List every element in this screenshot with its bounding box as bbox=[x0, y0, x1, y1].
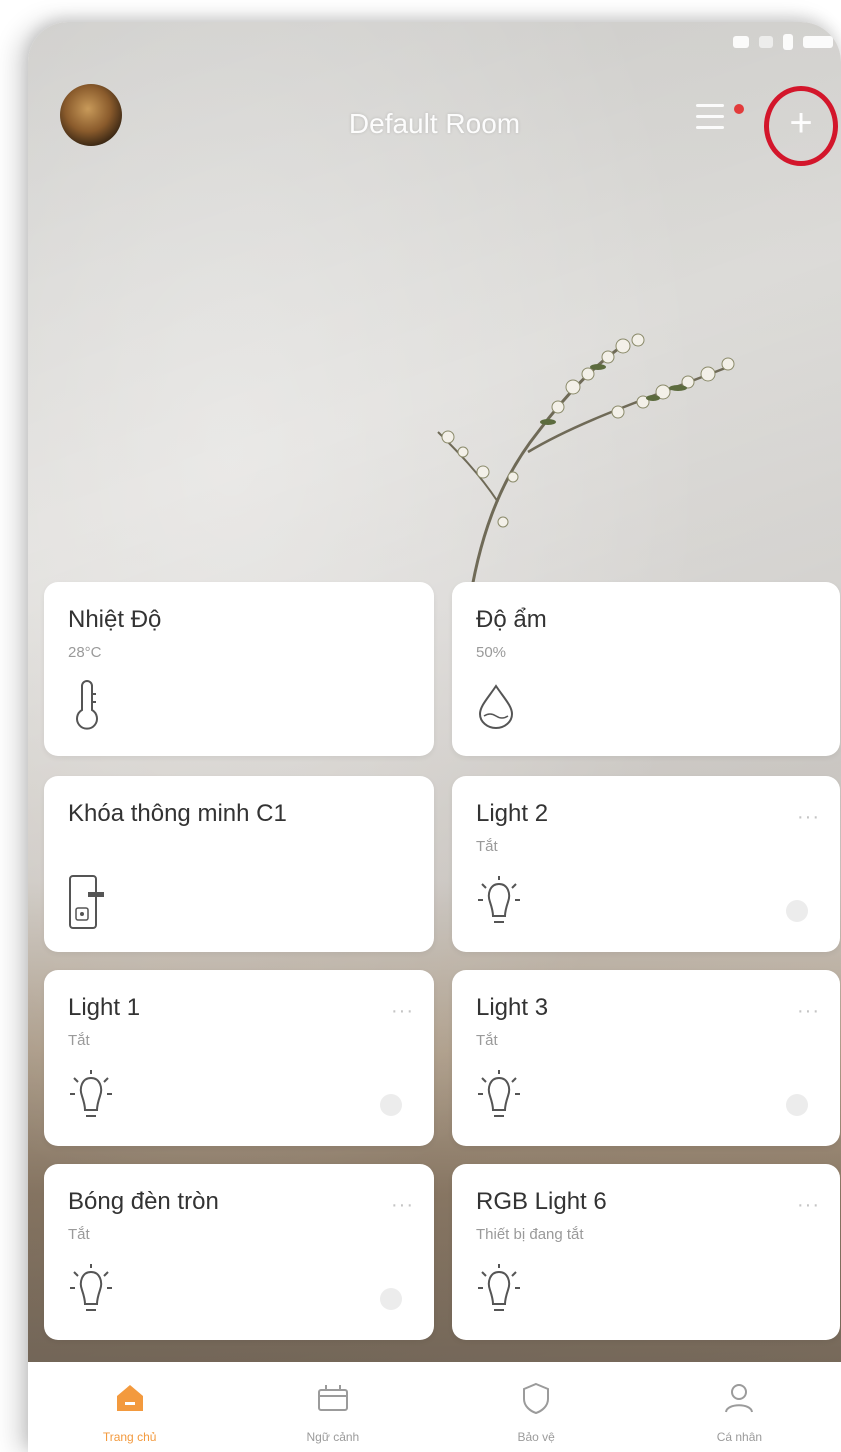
power-toggle[interactable] bbox=[380, 1094, 402, 1116]
more-options-button[interactable]: ··· bbox=[391, 1000, 414, 1023]
tab-home[interactable]: Trang chủ bbox=[55, 1380, 205, 1444]
power-toggle[interactable] bbox=[786, 900, 808, 922]
device-status: Tắt bbox=[476, 838, 498, 855]
power-toggle[interactable] bbox=[786, 1094, 808, 1116]
more-options-button[interactable]: ··· bbox=[797, 1194, 820, 1217]
thermometer-icon bbox=[76, 680, 98, 730]
bottom-tab-bar: Trang chủ Ngữ cảnh Bảo vệ Cá nhân bbox=[28, 1362, 841, 1452]
bulb-icon bbox=[478, 1264, 520, 1311]
person-icon bbox=[721, 1380, 757, 1416]
plant-decoration bbox=[437, 333, 735, 612]
device-status: 50% bbox=[476, 644, 507, 661]
device-card-light-3[interactable]: Light 3 Tắt ··· bbox=[452, 970, 840, 1146]
device-status: 28°C bbox=[68, 644, 102, 661]
device-card-round-bulb[interactable]: Bóng đèn tròn Tắt ··· bbox=[44, 1164, 434, 1340]
device-status: Thiết bị đang tắt bbox=[476, 1226, 584, 1243]
device-name: RGB Light 6 bbox=[476, 1188, 607, 1215]
bulb-icon bbox=[70, 1264, 112, 1311]
tab-account[interactable]: Cá nhân bbox=[664, 1380, 814, 1444]
device-status: Tắt bbox=[476, 1032, 498, 1049]
scene-icon bbox=[315, 1380, 351, 1416]
signal-icon bbox=[759, 36, 773, 48]
wifi-icon bbox=[733, 36, 749, 48]
smart-lock-icon bbox=[69, 875, 104, 929]
device-name: Bóng đèn tròn bbox=[68, 1188, 219, 1215]
device-status: Tắt bbox=[68, 1226, 90, 1243]
device-name: Light 2 bbox=[476, 800, 549, 827]
device-card-light-1[interactable]: Light 1 Tắt ··· bbox=[44, 970, 434, 1146]
device-card-smart-lock[interactable]: Khóa thông minh C1 bbox=[44, 776, 434, 952]
device-card-rgb-light-6[interactable]: RGB Light 6 Thiết bị đang tắt ··· bbox=[452, 1164, 840, 1340]
device-status: Tắt bbox=[68, 1032, 90, 1049]
device-name: Khóa thông minh C1 bbox=[68, 800, 287, 827]
device-card-temperature[interactable]: Nhiệt Độ 28°C bbox=[44, 582, 434, 756]
tab-label: Trang chủ bbox=[102, 1430, 157, 1444]
notification-dot bbox=[734, 104, 744, 114]
power-toggle[interactable] bbox=[380, 1288, 402, 1310]
bulb-icon bbox=[70, 1070, 112, 1117]
bulb-icon bbox=[478, 876, 520, 923]
device-name: Light 3 bbox=[476, 994, 549, 1021]
tab-label: Bảo vệ bbox=[517, 1430, 555, 1444]
tab-label: Cá nhân bbox=[716, 1430, 763, 1444]
device-name: Nhiệt Độ bbox=[68, 606, 162, 633]
highlight-ring bbox=[764, 86, 838, 166]
more-options-button[interactable]: ··· bbox=[391, 1194, 414, 1217]
menu-icon[interactable] bbox=[696, 104, 724, 138]
clock-readout bbox=[803, 36, 833, 48]
shield-icon bbox=[518, 1380, 554, 1416]
battery-icon bbox=[783, 34, 793, 50]
device-name: Light 1 bbox=[68, 994, 141, 1021]
home-icon bbox=[112, 1380, 148, 1416]
phone-screen: Default Room + Nhiệt Độ 28°C Độ ẩm 50% K… bbox=[28, 22, 841, 1452]
more-options-button[interactable]: ··· bbox=[797, 1000, 820, 1023]
status-bar bbox=[733, 34, 833, 50]
bulb-icon bbox=[478, 1070, 520, 1117]
tab-protection[interactable]: Bảo vệ bbox=[461, 1380, 611, 1444]
device-card-light-2[interactable]: Light 2 Tắt ··· bbox=[452, 776, 840, 952]
device-name: Độ ẩm bbox=[476, 606, 547, 633]
tab-label: Ngữ cảnh bbox=[306, 1430, 360, 1444]
tab-scenes[interactable]: Ngữ cảnh bbox=[258, 1380, 408, 1444]
more-options-button[interactable]: ··· bbox=[797, 806, 820, 829]
device-card-humidity[interactable]: Độ ẩm 50% bbox=[452, 582, 840, 756]
humidity-drop-icon bbox=[478, 684, 514, 729]
